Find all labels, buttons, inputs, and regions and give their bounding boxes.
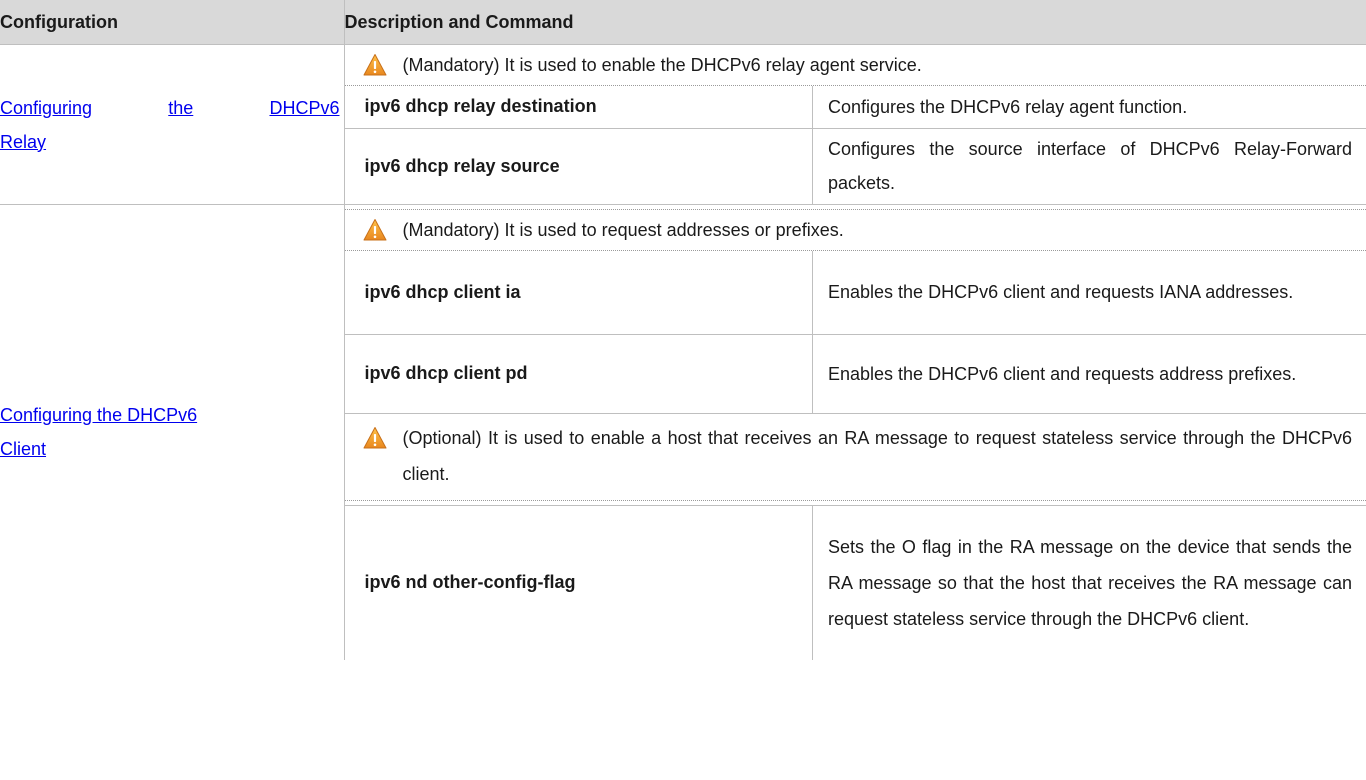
relay-note-text: (Mandatory) It is used to enable the DHC… xyxy=(402,55,922,75)
command-name: ipv6 dhcp relay source xyxy=(344,128,813,204)
client-note-optional: (Optional) It is used to enable a host t… xyxy=(345,414,1366,496)
warning-triangle-icon xyxy=(363,53,387,77)
warning-triangle-icon xyxy=(363,426,387,450)
table-row: ipv6 dhcp relay source Configures the so… xyxy=(344,128,1366,204)
command-description: Enables the DHCPv6 client and requests I… xyxy=(828,282,1294,303)
column-header-configuration: Configuration xyxy=(0,0,345,45)
table-row: ipv6 dhcp client pd Enables the DHCPv6 c… xyxy=(344,334,1366,413)
link-configuring-relay-word3[interactable]: DHCPv6 xyxy=(269,91,339,125)
table-row-relay: Configuring the DHCPv6 Relay (Mandatory)… xyxy=(0,44,1366,205)
command-name: ipv6 dhcp relay destination xyxy=(344,86,813,128)
description-cell-relay: (Mandatory) It is used to enable the DHC… xyxy=(344,44,1366,205)
table-row: ipv6 nd other-config-flag Sets the O fla… xyxy=(344,505,1366,660)
link-configuring-client-line1[interactable]: Configuring the DHCPv6 xyxy=(0,405,197,425)
description-cell-client: (Mandatory) It is used to request addres… xyxy=(344,205,1366,660)
table-header-row: Configuration Description and Command xyxy=(0,0,1366,45)
table-row: ipv6 dhcp relay destination Configures t… xyxy=(344,86,1366,128)
table-row: ipv6 dhcp client ia Enables the DHCPv6 c… xyxy=(344,251,1366,334)
table-row-client: Configuring the DHCPv6 Client (Mandatory… xyxy=(0,204,1366,660)
configuration-cell-relay: Configuring the DHCPv6 Relay xyxy=(0,44,345,205)
link-configuring-client-line2[interactable]: Client xyxy=(0,439,46,459)
command-description: Configures the DHCPv6 relay agent functi… xyxy=(828,96,1188,117)
command-name: ipv6 nd other-config-flag xyxy=(344,505,813,660)
client-note-mandatory: (Mandatory) It is used to request addres… xyxy=(344,210,1366,251)
client-note-optional-text: (Optional) It is used to enable a host t… xyxy=(402,427,1353,484)
command-description: Enables the DHCPv6 client and requests a… xyxy=(828,363,1297,384)
document-page: Configuration Description and Command Co… xyxy=(0,0,1366,780)
command-name: ipv6 dhcp client ia xyxy=(344,251,813,334)
configuration-cell-client: Configuring the DHCPv6 Client xyxy=(0,204,345,660)
client-note-mandatory-text: (Mandatory) It is used to request addres… xyxy=(402,220,844,240)
command-name: ipv6 dhcp client pd xyxy=(344,334,813,413)
warning-triangle-icon xyxy=(363,218,387,242)
command-description: Configures the source interface of DHCPv… xyxy=(828,139,1352,194)
column-header-description: Description and Command xyxy=(344,0,1366,45)
link-configuring-relay-word2[interactable]: the xyxy=(168,91,193,125)
configuration-table: Configuration Description and Command Co… xyxy=(0,0,1366,660)
command-description: Sets the O flag in the RA message on the… xyxy=(828,536,1352,629)
link-configuring-relay-word4[interactable]: Relay xyxy=(0,132,46,152)
link-configuring-relay-word1[interactable]: Configuring xyxy=(0,91,92,125)
relay-note: (Mandatory) It is used to enable the DHC… xyxy=(344,45,1366,86)
relay-commands-table: ipv6 dhcp relay destination Configures t… xyxy=(344,86,1366,204)
client-optional-commands-table: ipv6 nd other-config-flag Sets the O fla… xyxy=(344,505,1366,660)
client-commands-table: ipv6 dhcp client ia Enables the DHCPv6 c… xyxy=(344,251,1366,414)
